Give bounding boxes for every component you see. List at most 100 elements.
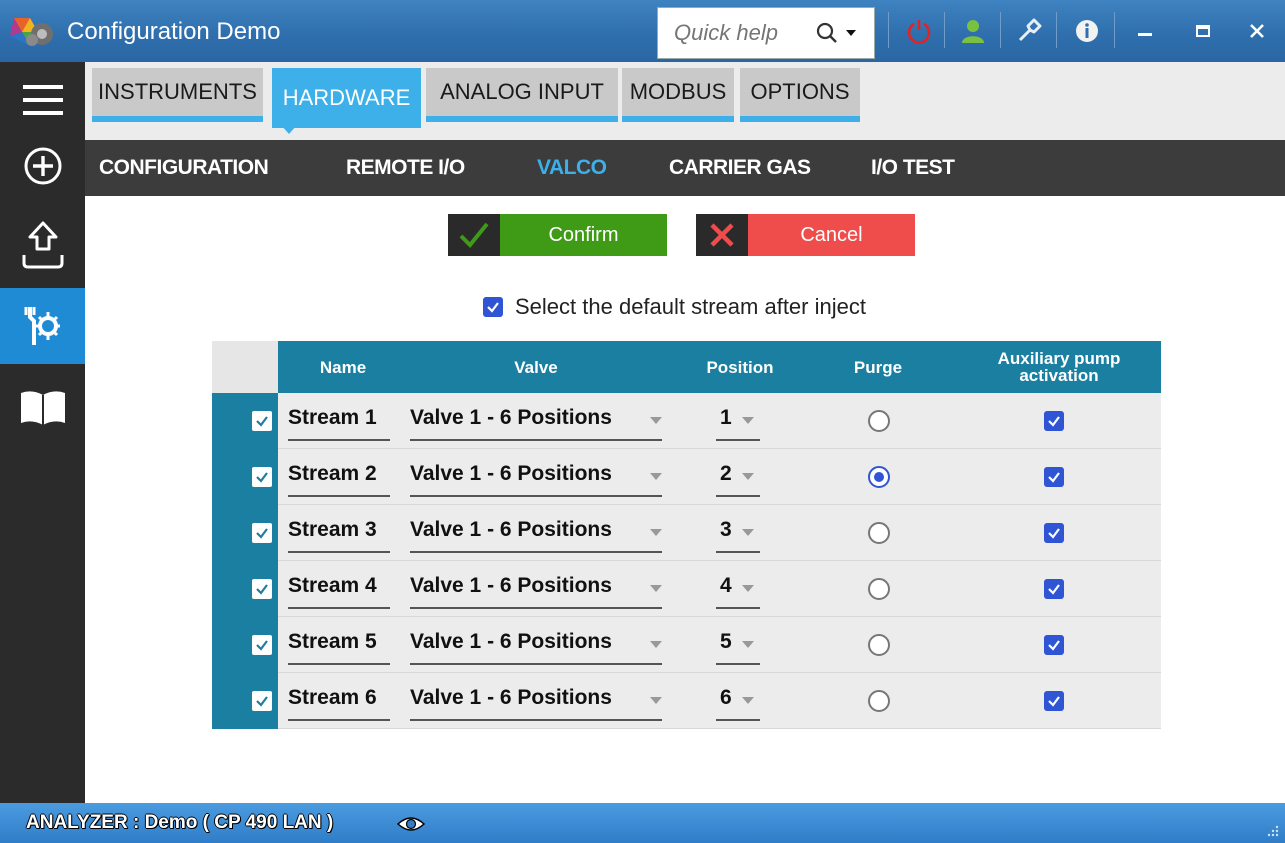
valve-select[interactable]: Valve 1 - 6 Positions <box>410 518 612 542</box>
window-title: Configuration Demo <box>67 18 281 45</box>
search-icon[interactable] <box>815 21 839 45</box>
position-select[interactable]: 5 <box>720 630 732 654</box>
divider <box>1056 12 1057 48</box>
chevron-down-icon[interactable] <box>742 417 754 424</box>
stream-name-field[interactable]: Stream 2 <box>288 462 377 486</box>
add-button[interactable] <box>0 128 85 204</box>
minimize-button[interactable] <box>1128 14 1162 48</box>
aux-pump-checkbox[interactable] <box>1044 579 1064 599</box>
row-select-checkbox[interactable] <box>252 635 272 655</box>
tab-instruments[interactable]: INSTRUMENTS <box>92 68 263 122</box>
row-select-cell <box>212 449 278 505</box>
chevron-down-icon[interactable] <box>650 585 662 592</box>
tools-icon <box>24 307 60 345</box>
upload-button[interactable] <box>0 207 85 283</box>
chevron-down-icon[interactable] <box>650 417 662 424</box>
table-row: Stream 3 Valve 1 - 6 Positions 3 <box>212 505 1161 561</box>
upload-icon <box>22 221 63 269</box>
confirm-button[interactable]: Confirm <box>448 214 667 256</box>
table-header: Name Valve Position Purge Auxiliary pump… <box>212 341 1161 393</box>
chevron-down-icon[interactable] <box>845 27 857 39</box>
checkmark-icon <box>256 472 268 483</box>
default-stream-checkbox[interactable] <box>483 297 503 317</box>
chevron-down-icon[interactable] <box>742 473 754 480</box>
stream-name-field[interactable]: Stream 4 <box>288 574 377 598</box>
valve-select[interactable]: Valve 1 - 6 Positions <box>410 462 612 486</box>
power-button[interactable] <box>902 14 936 48</box>
valve-select[interactable]: Valve 1 - 6 Positions <box>410 630 612 654</box>
chevron-down-icon[interactable] <box>650 641 662 648</box>
chevron-down-icon[interactable] <box>650 473 662 480</box>
row-select-checkbox[interactable] <box>252 467 272 487</box>
subnav-remote-io[interactable]: REMOTE I/O <box>346 156 465 180</box>
tab-analog-input[interactable]: ANALOG INPUT <box>426 68 618 122</box>
tab-options[interactable]: OPTIONS <box>740 68 860 122</box>
aux-pump-checkbox[interactable] <box>1044 467 1064 487</box>
row-select-checkbox[interactable] <box>252 411 272 431</box>
quick-help-input[interactable] <box>674 20 809 46</box>
eye-icon[interactable] <box>396 815 426 833</box>
aux-pump-checkbox[interactable] <box>1044 691 1064 711</box>
stream-name-field[interactable]: Stream 3 <box>288 518 377 542</box>
position-select[interactable]: 2 <box>720 462 732 486</box>
main-tabs: INSTRUMENTS HARDWARE ANALOG INPUT MODBUS… <box>85 62 1285 140</box>
tab-modbus[interactable]: MODBUS <box>622 68 734 122</box>
subnav-carrier-gas[interactable]: CARRIER GAS <box>669 156 811 180</box>
user-button[interactable] <box>956 14 990 48</box>
resize-grip-icon[interactable] <box>1265 823 1279 837</box>
chevron-down-icon[interactable] <box>742 697 754 704</box>
checkmark-icon <box>256 528 268 539</box>
aux-pump-checkbox[interactable] <box>1044 523 1064 543</box>
aux-pump-checkbox[interactable] <box>1044 635 1064 655</box>
info-icon <box>1076 20 1098 42</box>
purge-radio[interactable] <box>868 522 890 544</box>
checkmark-icon <box>1048 640 1060 651</box>
book-icon <box>20 391 65 425</box>
info-button[interactable] <box>1070 14 1104 48</box>
chevron-down-icon[interactable] <box>742 529 754 536</box>
purge-radio[interactable] <box>868 578 890 600</box>
checkmark-icon <box>1048 472 1060 483</box>
valve-select[interactable]: Valve 1 - 6 Positions <box>410 406 612 430</box>
stream-name-field[interactable]: Stream 5 <box>288 630 377 654</box>
subnav-valco[interactable]: VALCO <box>537 156 607 180</box>
stream-name-field[interactable]: Stream 6 <box>288 686 377 710</box>
chevron-down-icon[interactable] <box>742 585 754 592</box>
menu-icon <box>22 85 63 115</box>
maximize-button[interactable] <box>1186 14 1220 48</box>
purge-radio[interactable] <box>868 410 890 432</box>
position-select[interactable]: 6 <box>720 686 732 710</box>
row-select-checkbox[interactable] <box>252 691 272 711</box>
purge-radio[interactable] <box>868 690 890 712</box>
chevron-down-icon[interactable] <box>742 641 754 648</box>
subnav-io-test[interactable]: I/O TEST <box>871 156 955 180</box>
menu-button[interactable] <box>0 62 85 138</box>
row-select-checkbox[interactable] <box>252 579 272 599</box>
valve-select[interactable]: Valve 1 - 6 Positions <box>410 686 612 710</box>
position-select[interactable]: 4 <box>720 574 732 598</box>
subnav-configuration[interactable]: CONFIGURATION <box>99 156 269 180</box>
default-stream-option[interactable]: Select the default stream after inject <box>483 294 866 320</box>
chevron-down-icon[interactable] <box>650 529 662 536</box>
field-underline <box>716 551 760 553</box>
field-underline <box>410 663 662 665</box>
field-underline <box>288 607 390 609</box>
tools-button[interactable] <box>1012 14 1046 48</box>
valve-select[interactable]: Valve 1 - 6 Positions <box>410 574 612 598</box>
purge-radio[interactable] <box>868 634 890 656</box>
quick-help-search[interactable] <box>657 7 875 59</box>
close-button[interactable] <box>1240 14 1274 48</box>
tools-nav-button[interactable] <box>0 288 85 364</box>
docs-button[interactable] <box>0 370 85 446</box>
aux-pump-checkbox[interactable] <box>1044 411 1064 431</box>
position-select[interactable]: 1 <box>720 406 732 430</box>
purge-radio[interactable] <box>868 466 890 488</box>
chevron-down-icon[interactable] <box>650 697 662 704</box>
checkmark-icon <box>1048 416 1060 427</box>
row-select-cell <box>212 505 278 561</box>
cancel-button[interactable]: Cancel <box>696 214 915 256</box>
position-select[interactable]: 3 <box>720 518 732 542</box>
field-underline <box>410 719 662 721</box>
row-select-checkbox[interactable] <box>252 523 272 543</box>
stream-name-field[interactable]: Stream 1 <box>288 406 377 430</box>
